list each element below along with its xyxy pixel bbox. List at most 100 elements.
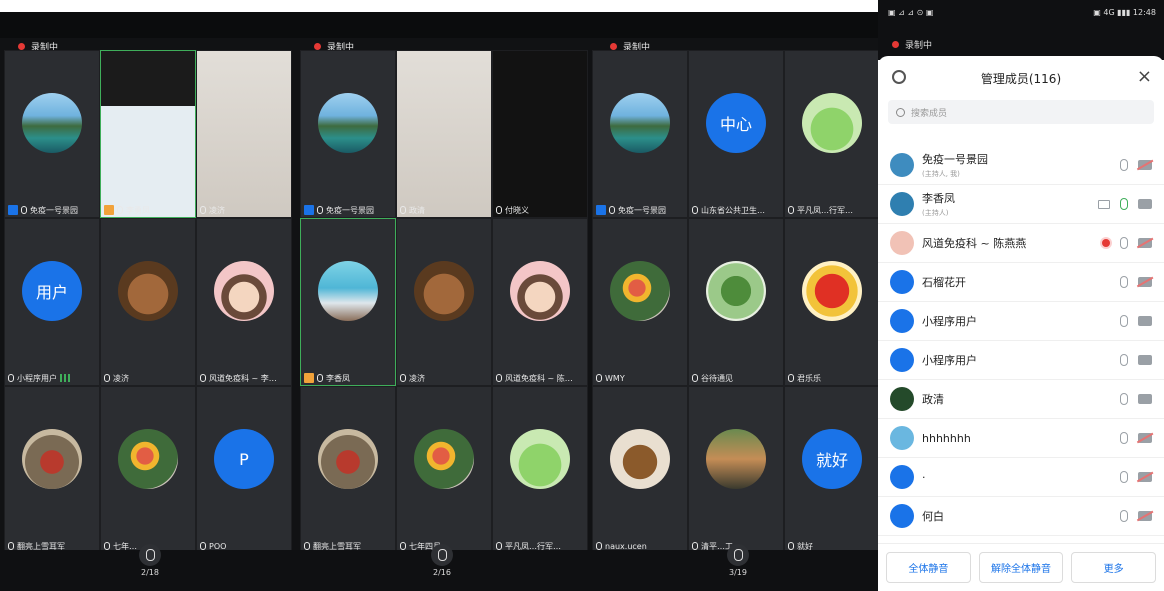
participant-tile[interactable]: 凌济 [196, 50, 292, 218]
camera-icon[interactable] [1138, 199, 1152, 209]
participant-tile[interactable]: 免疫一号景园 [4, 50, 100, 218]
member-row[interactable]: 小程序用户 [878, 302, 1164, 341]
mic-icon[interactable] [1120, 432, 1128, 444]
mic-icon[interactable] [1120, 237, 1128, 249]
record-icon [610, 42, 617, 50]
participant-avatar [22, 93, 82, 153]
camera-icon[interactable] [1138, 316, 1152, 326]
participant-tile[interactable]: 凌济 [100, 218, 196, 386]
participant-name: 凌济 [409, 373, 425, 383]
participant-tile[interactable]: naux.ucen [592, 386, 688, 554]
mic-icon [317, 206, 323, 214]
member-search[interactable]: 搜索成员 [888, 100, 1154, 124]
member-row[interactable]: 风道免疫科 ~ 陈燕燕 [878, 224, 1164, 263]
mic-icon [8, 542, 14, 550]
participant-tile[interactable]: 七年… [100, 386, 196, 554]
member-row[interactable]: 小程序用户 [878, 341, 1164, 380]
mic-icon[interactable] [1120, 276, 1128, 288]
participant-tile[interactable]: 凌济 [396, 218, 492, 386]
participant-tile[interactable]: 七年四月 [396, 386, 492, 554]
more-button[interactable]: 更多 [1071, 552, 1157, 583]
camera-icon[interactable] [1138, 355, 1152, 365]
participant-avatar [118, 429, 178, 489]
member-row[interactable]: 李香凤 (主持人) [878, 185, 1164, 224]
participant-tile[interactable]: P POO [196, 386, 292, 554]
participant-name: 风道免疫科 ~ 李… [209, 373, 277, 383]
participant-name: 免疫一号景园 [30, 205, 78, 215]
member-name: 小程序用户 [922, 354, 977, 367]
status-bar [592, 12, 878, 38]
mic-active-icon[interactable] [1120, 198, 1128, 210]
camera-icon[interactable] [1138, 394, 1152, 404]
participant-tile[interactable]: 翻亮上雪耳军 [4, 386, 100, 554]
mic-icon[interactable] [1120, 159, 1128, 171]
participant-name: 谷待通见 [701, 373, 733, 383]
participant-tile[interactable]: 李香凤 [300, 218, 396, 386]
member-name: 免疫一号景园 [922, 153, 988, 166]
mic-button[interactable]: 3/19 [718, 544, 758, 584]
participant-tile[interactable]: 风道免疫科 ~ 陈… [492, 218, 588, 386]
participant-tile[interactable]: WMY [592, 218, 688, 386]
participant-name: 君乐乐 [797, 373, 821, 383]
participant-tile[interactable]: 用户 小程序用户 [4, 218, 100, 386]
mic-icon[interactable] [1120, 510, 1128, 522]
mic-icon[interactable] [1120, 471, 1128, 483]
participant-name-row: WMY [593, 371, 687, 385]
participant-name-row: 风道免疫科 ~ 李… [197, 371, 291, 385]
close-icon[interactable]: × [1137, 66, 1152, 87]
camera-off-icon[interactable] [1138, 238, 1152, 248]
member-row[interactable]: 石榴花开 [878, 263, 1164, 302]
camera-off-icon[interactable] [1138, 511, 1152, 521]
participant-tile[interactable]: 翻亮上雪耳军 [300, 386, 396, 554]
participant-tile[interactable]: 政清 [396, 50, 492, 218]
participant-tile[interactable]: 君乐乐 [784, 218, 878, 386]
mic-icon[interactable] [1120, 354, 1128, 366]
camera-off-icon[interactable] [1138, 472, 1152, 482]
member-avatar [890, 504, 914, 528]
record-icon[interactable] [1102, 239, 1110, 247]
camera-off-icon[interactable] [1138, 277, 1152, 287]
screen-share-icon[interactable] [1098, 199, 1110, 209]
meeting-screen-3: 录制中 免疫一号景园 中心 山东省公共卫生… 平凡凤…行军… WMY 谷待通见 君乐乐 nau… [592, 0, 878, 591]
participant-tile[interactable]: 风道免疫科 ~ 李… [196, 218, 292, 386]
mic-icon [496, 374, 502, 382]
member-row[interactable]: 政清 [878, 380, 1164, 419]
mic-icon [788, 542, 794, 550]
member-row[interactable]: 免疫一号景园 (主持人, 我) [878, 146, 1164, 185]
mic-button[interactable]: 2/18 [130, 544, 170, 584]
participant-tile[interactable]: 就好 就好 [784, 386, 878, 554]
participant-tile[interactable]: 付晓义 [492, 50, 588, 218]
member-row[interactable]: · [878, 458, 1164, 497]
participant-video [493, 51, 587, 217]
mic-icon [692, 374, 698, 382]
member-row[interactable]: 何白 [878, 497, 1164, 536]
unmute-all-button[interactable]: 解除全体静音 [978, 552, 1064, 583]
participant-tile[interactable]: 清平…工 [688, 386, 784, 554]
camera-off-icon[interactable] [1138, 433, 1152, 443]
participant-name: 免疫一号景园 [618, 205, 666, 215]
member-controls [1120, 510, 1152, 522]
mic-icon[interactable] [1120, 315, 1128, 327]
mic-button[interactable]: 2/16 [422, 544, 462, 584]
member-controls [1098, 198, 1152, 210]
member-text: 风道免疫科 ~ 陈燕燕 [922, 235, 1102, 251]
member-controls [1120, 354, 1152, 366]
participant-tile[interactable]: 中心 山东省公共卫生… [688, 50, 784, 218]
participant-avatar [118, 261, 178, 321]
participant-tile[interactable]: 李勇凤 [100, 50, 196, 218]
participant-tile[interactable]: 免疫一号景园 [300, 50, 396, 218]
member-row[interactable]: hhhhhhh [878, 419, 1164, 458]
mute-all-button[interactable]: 全体静音 [886, 552, 971, 583]
participant-tile[interactable]: 平凡凤…行军… [492, 386, 588, 554]
participant-tile[interactable]: 免疫一号景园 [592, 50, 688, 218]
participant-avatar [610, 429, 670, 489]
participant-tile[interactable]: 谷待通见 [688, 218, 784, 386]
mic-icon[interactable] [1120, 393, 1128, 405]
host-icon [304, 205, 314, 215]
participant-tile[interactable]: 平凡凤…行军… [784, 50, 878, 218]
mic-icon [400, 542, 406, 550]
gear-icon[interactable] [892, 70, 906, 84]
camera-off-icon[interactable] [1138, 160, 1152, 170]
signal-icon [60, 374, 70, 382]
participant-name: 风道免疫科 ~ 陈… [505, 373, 573, 383]
